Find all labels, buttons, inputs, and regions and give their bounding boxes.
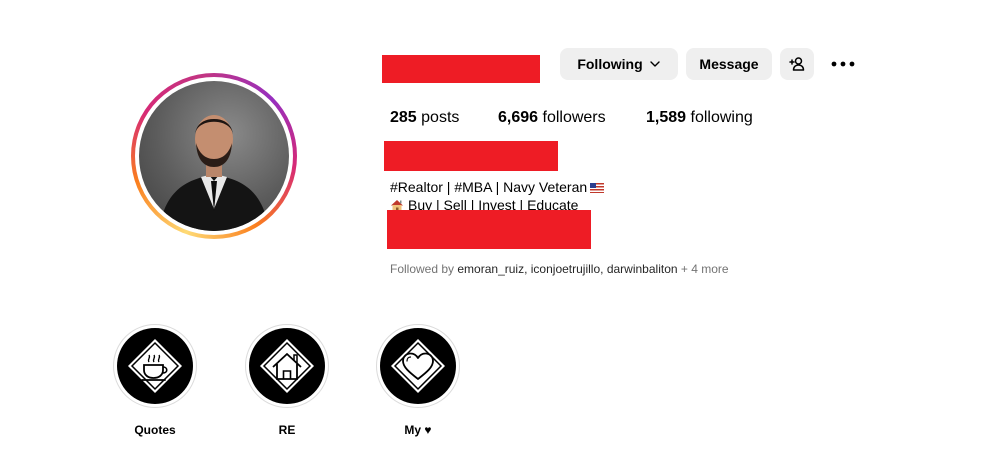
mutual-follower-link[interactable]: iconjoetrujillo — [531, 262, 600, 276]
mutual-follower-link[interactable]: darwinbaliton — [607, 262, 678, 276]
following-button[interactable]: Following — [560, 48, 678, 80]
coffee-cup-icon — [128, 339, 182, 393]
following-stat[interactable]: 1,589 following — [646, 109, 753, 127]
highlight-cover — [380, 328, 456, 404]
suggest-accounts-button[interactable] — [780, 48, 814, 80]
bio-line-1-text: #Realtor | #MBA | Navy Veteran — [390, 179, 588, 195]
highlight-cover — [117, 328, 193, 404]
chevron-down-icon — [649, 61, 660, 67]
redacted-username — [382, 55, 540, 83]
more-followers-text: + 4 more — [680, 262, 729, 276]
redacted-link — [387, 210, 591, 249]
heart-icon — [391, 339, 445, 393]
profile-bio: #Realtor | #MBA | Navy Veteran Buy | Sel… — [390, 178, 605, 214]
highlight-ring — [113, 324, 197, 408]
following-button-label: Following — [577, 56, 643, 72]
message-button-label: Message — [699, 56, 759, 72]
followers-label: followers — [542, 109, 606, 126]
highlight-ring — [245, 324, 329, 408]
highlight-re[interactable]: RE — [245, 324, 329, 437]
us-flag-icon — [590, 183, 605, 193]
profile-avatar-ring[interactable] — [131, 73, 297, 239]
profile-stats: 285 posts 6,696 followers 1,589 followin… — [390, 109, 753, 127]
posts-stat: 285 posts — [390, 109, 498, 127]
highlight-label: RE — [278, 423, 296, 437]
highlight-my[interactable]: My ♥ — [376, 324, 460, 437]
message-button[interactable]: Message — [686, 48, 772, 80]
following-count: 1,589 — [646, 109, 687, 126]
followers-count: 6,696 — [498, 109, 539, 126]
redacted-full-name — [384, 141, 558, 171]
posts-label: posts — [421, 109, 460, 126]
mutual-follower-link[interactable]: emoran_ruiz — [457, 262, 524, 276]
highlight-cover — [249, 328, 325, 404]
highlight-quotes[interactable]: Quotes — [113, 324, 197, 437]
followed-by-prefix: Followed by — [390, 262, 455, 276]
followed-by-text[interactable]: Followed by emoran_ruiz, iconjoetrujillo… — [390, 262, 729, 276]
following-label: following — [690, 109, 753, 126]
add-user-icon — [789, 57, 805, 71]
avatar — [139, 81, 289, 231]
highlight-label: My ♥ — [404, 423, 432, 437]
highlight-ring — [376, 324, 460, 408]
posts-count: 285 — [390, 109, 417, 126]
followers-stat[interactable]: 6,696 followers — [498, 109, 646, 127]
house-icon — [260, 339, 314, 393]
avatar-person-illustration — [159, 115, 269, 231]
more-options-icon[interactable] — [830, 52, 856, 76]
highlight-label: Quotes — [134, 423, 176, 437]
avatar-border — [135, 77, 293, 235]
bio-line-1: #Realtor | #MBA | Navy Veteran — [390, 178, 605, 196]
